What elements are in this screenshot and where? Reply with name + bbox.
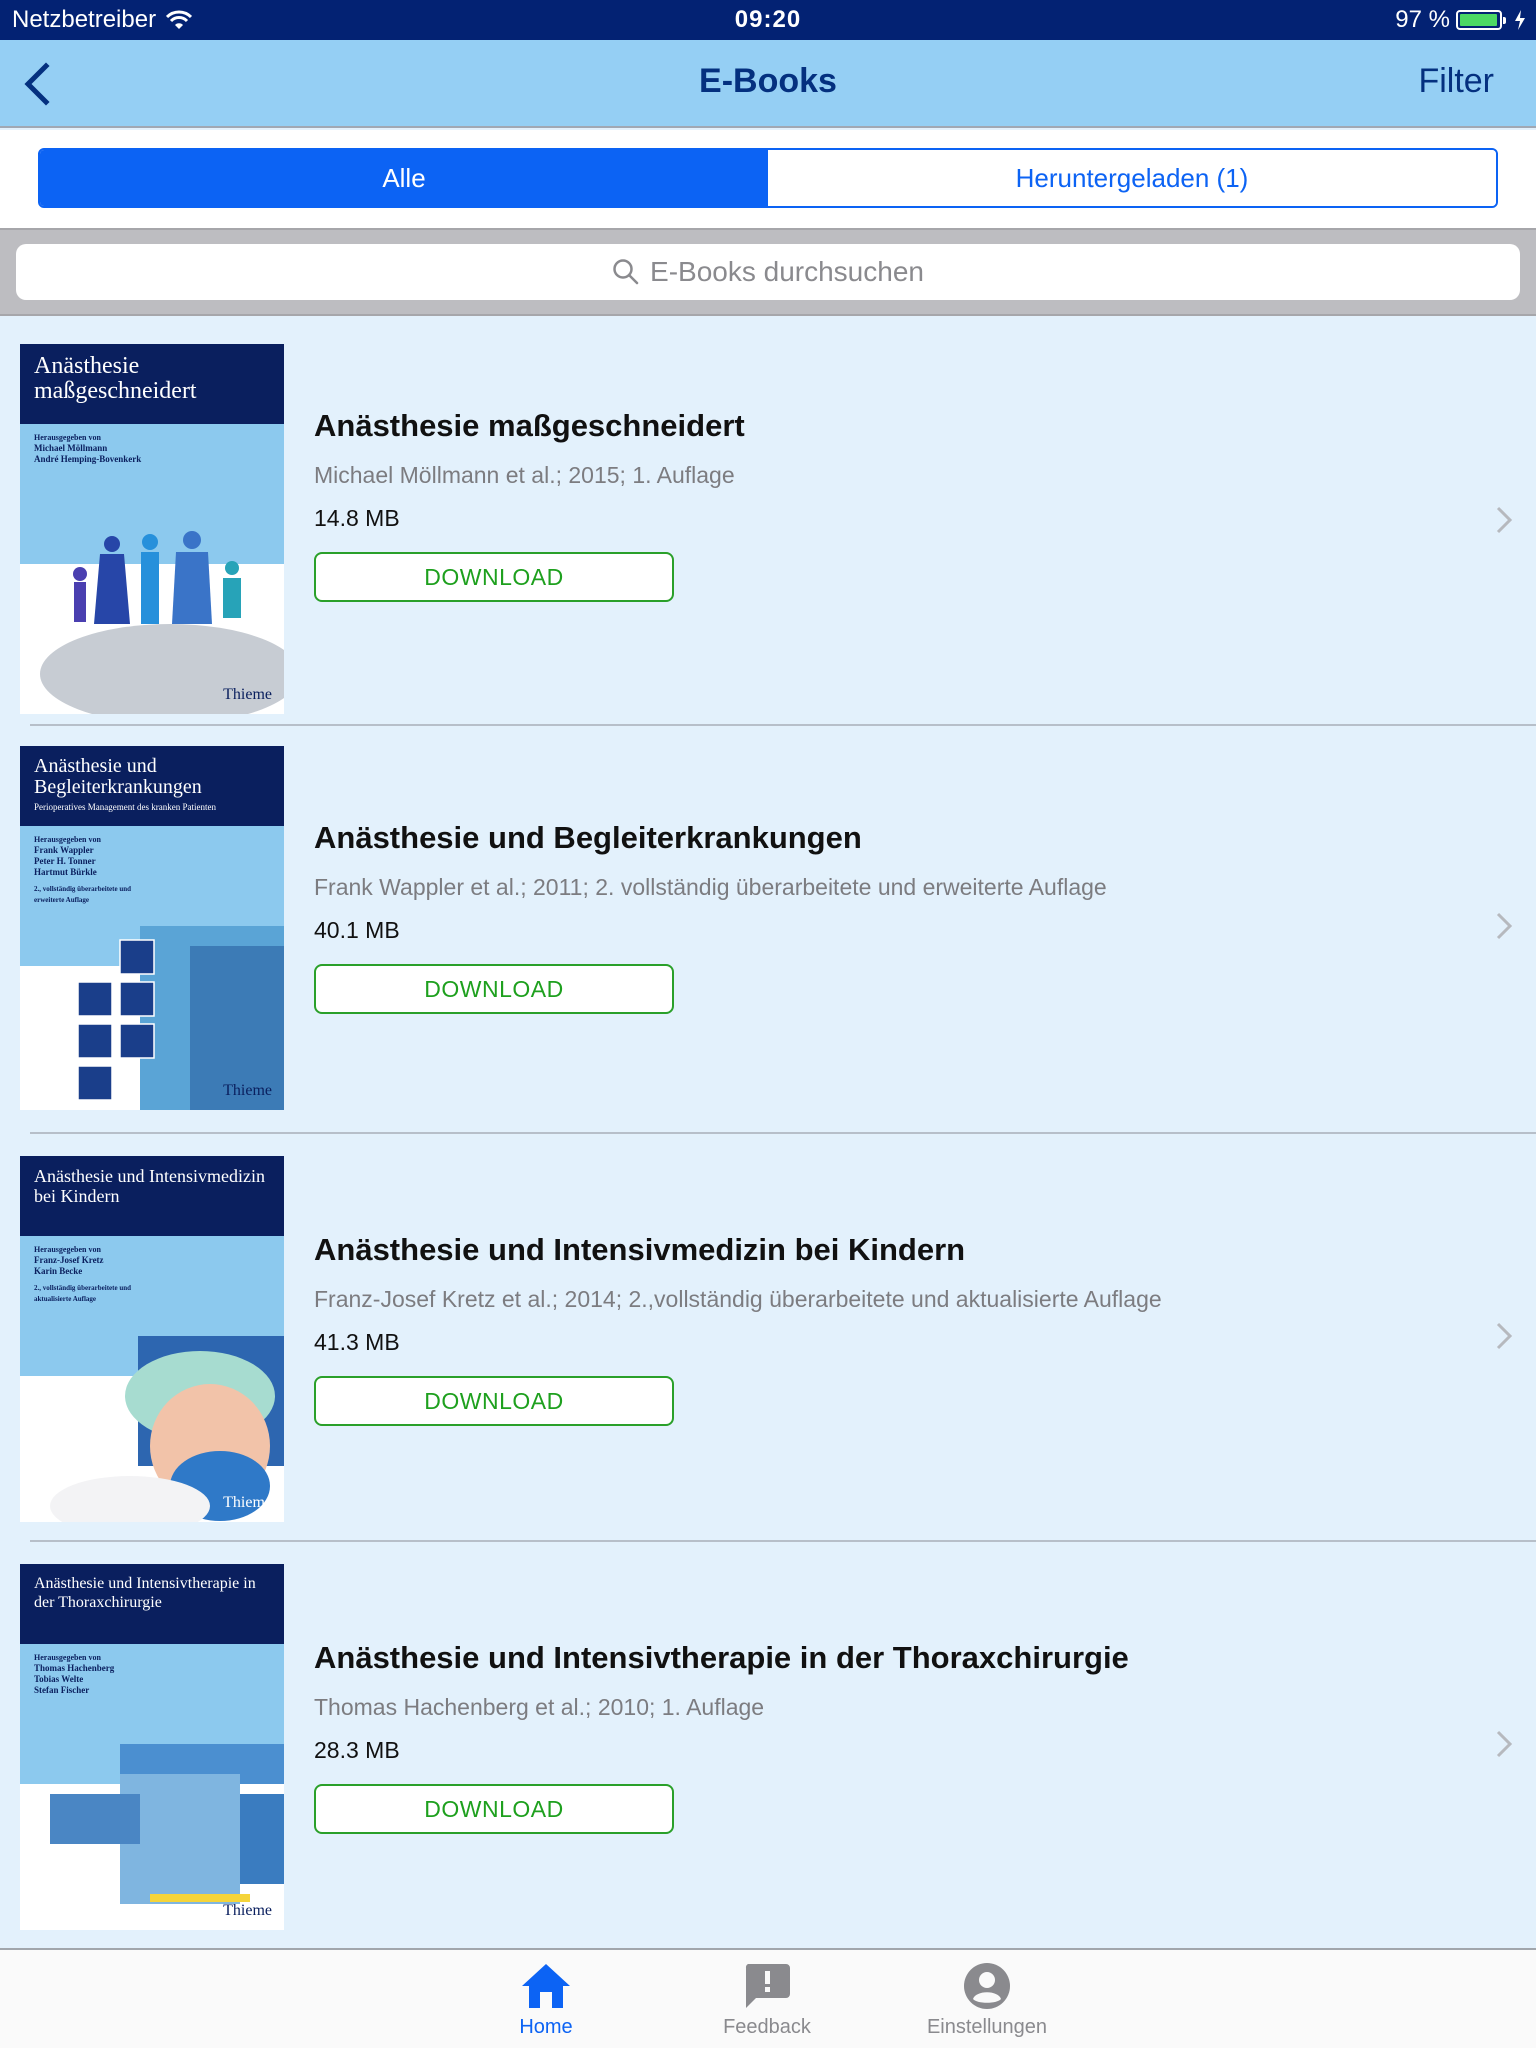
book-size: 40.1 MB bbox=[314, 917, 400, 943]
tab-bar: Home Feedback Einstellungen bbox=[0, 1948, 1536, 2048]
book-title: Anästhesie und Begleiterkrankungen bbox=[314, 820, 862, 855]
cover-editor: Peter H. Tonner bbox=[34, 856, 96, 866]
tab-home[interactable]: Home bbox=[466, 1962, 626, 2039]
cover-editors-label: Herausgegeben von bbox=[34, 1653, 101, 1662]
search-input[interactable]: E-Books durchsuchen bbox=[16, 244, 1520, 300]
download-button[interactable]: DOWNLOAD bbox=[314, 1784, 674, 1834]
segmented-control: Alle Heruntergeladen (1) bbox=[38, 148, 1498, 208]
battery-percentage: 97 % bbox=[1395, 6, 1450, 33]
cover-title-band: Anästhesie und Intensivmedizin bei Kinde… bbox=[20, 1156, 284, 1236]
book-meta: Frank Wappler et al.; 2011; 2. vollständ… bbox=[314, 874, 1107, 900]
book-cover: Anästhesie maßgeschneidert Herausgegeben… bbox=[20, 344, 284, 714]
feedback-icon bbox=[745, 1964, 790, 2008]
chevron-right-icon[interactable] bbox=[1494, 504, 1514, 536]
battery-fill bbox=[1460, 14, 1497, 26]
book-meta: Thomas Hachenberg et al.; 2010; 1. Aufla… bbox=[314, 1694, 765, 1720]
book-size: 14.8 MB bbox=[314, 505, 400, 531]
cover-editor: Karin Becke bbox=[34, 1266, 83, 1276]
ebook-list: Anästhesie maßgeschneidert Herausgegeben… bbox=[0, 316, 1536, 1948]
chevron-right-icon[interactable] bbox=[1494, 1728, 1514, 1760]
cover-title: Anästhesie und Intensivtherapie in der T… bbox=[34, 1575, 256, 1611]
book-title: Anästhesie maßgeschneidert bbox=[314, 408, 745, 443]
download-button[interactable]: DOWNLOAD bbox=[314, 1376, 674, 1426]
cover-editor: André Hemping-Bovenkerk bbox=[34, 454, 142, 464]
book-cover: Anästhesie und Intensivmedizin bei Kinde… bbox=[20, 1156, 284, 1522]
publisher-logo: Thieme bbox=[223, 1082, 272, 1099]
book-info: Anästhesie und Begleiterkrankungen Frank… bbox=[314, 820, 1107, 1014]
search-placeholder: E-Books durchsuchen bbox=[650, 256, 924, 287]
ebook-row[interactable]: Anästhesie und Intensivmedizin bei Kinde… bbox=[0, 1134, 1536, 1542]
tab-label: Feedback bbox=[723, 2016, 811, 2038]
download-button[interactable]: DOWNLOAD bbox=[314, 552, 674, 602]
cover-editors-label: Herausgegeben von bbox=[34, 835, 101, 844]
ebook-row[interactable]: Anästhesie und Begleiterkrankungen Perio… bbox=[0, 726, 1536, 1134]
book-title: Anästhesie und Intensivmedizin bei Kinde… bbox=[314, 1232, 966, 1267]
cover-title: Anästhesie und Begleiterkrankungen bbox=[34, 755, 202, 798]
cover-title: Anästhesie maßgeschneidert bbox=[34, 353, 197, 404]
cover-editor: Stefan Fischer bbox=[34, 1685, 90, 1695]
tab-label: Einstellungen bbox=[926, 2016, 1048, 2038]
status-bar: Netzbetreiber 09:20 97 % bbox=[0, 0, 1536, 40]
cover-editor: Hartmut Bürkle bbox=[34, 867, 97, 877]
book-size: 41.3 MB bbox=[314, 1329, 400, 1355]
book-size: 28.3 MB bbox=[314, 1737, 400, 1763]
book-meta: Franz-Josef Kretz et al.; 2014; 2.,volls… bbox=[314, 1286, 1162, 1312]
book-cover: Anästhesie und Begleiterkrankungen Perio… bbox=[20, 746, 284, 1110]
publisher-logo: Thieme bbox=[223, 686, 272, 703]
cover-title-band: Anästhesie und Begleiterkrankungen Perio… bbox=[20, 746, 284, 826]
segment-area: Alle Heruntergeladen (1) bbox=[0, 130, 1536, 228]
tab-label: Home bbox=[519, 2016, 573, 2038]
search-area: E-Books durchsuchen bbox=[0, 228, 1536, 316]
search-icon bbox=[613, 259, 639, 285]
navigation-bar: E-Books Filter bbox=[0, 40, 1536, 128]
cover-editor: Thomas Hachenberg bbox=[34, 1663, 115, 1673]
cover-editors-label: Herausgegeben von bbox=[34, 1245, 101, 1254]
book-cover: Anästhesie und Intensivtherapie in der T… bbox=[20, 1564, 284, 1930]
download-button[interactable]: DOWNLOAD bbox=[314, 964, 674, 1014]
segment-downloaded[interactable]: Heruntergeladen (1) bbox=[768, 150, 1496, 206]
home-icon bbox=[522, 1964, 570, 2008]
publisher-logo: Thieme bbox=[223, 1494, 272, 1511]
clock: 09:20 bbox=[734, 6, 802, 33]
cover-subtitle: Perioperatives Management des kranken Pa… bbox=[34, 802, 216, 812]
book-meta: Michael Möllmann et al.; 2015; 1. Auflag… bbox=[314, 462, 735, 488]
chevron-right-icon[interactable] bbox=[1494, 910, 1514, 942]
filter-button[interactable]: Filter bbox=[1418, 62, 1494, 101]
book-info: Anästhesie und Intensivtherapie in der T… bbox=[314, 1640, 1129, 1834]
cover-editor: Frank Wappler bbox=[34, 845, 94, 855]
profile-icon bbox=[964, 1963, 1010, 2009]
book-info: Anästhesie und Intensivmedizin bei Kinde… bbox=[314, 1232, 1162, 1426]
cover-editor: Franz-Josef Kretz bbox=[34, 1255, 104, 1265]
book-info: Anästhesie maßgeschneidert Michael Möllm… bbox=[314, 408, 745, 602]
cover-editor: Michael Möllmann bbox=[34, 443, 108, 453]
cover-edition: 2., vollständig überarbeitete und erweit… bbox=[34, 885, 132, 904]
charging-bolt-icon bbox=[1515, 10, 1525, 30]
battery-icon bbox=[1456, 10, 1506, 30]
page-title: E-Books bbox=[699, 62, 837, 100]
ebook-row[interactable]: Anästhesie maßgeschneidert Herausgegeben… bbox=[0, 316, 1536, 726]
chevron-right-icon[interactable] bbox=[1494, 1320, 1514, 1352]
cover-title: Anästhesie und Intensivmedizin bei Kinde… bbox=[34, 1166, 265, 1206]
cover-title-band: Anästhesie und Intensivtherapie in der T… bbox=[20, 1564, 284, 1644]
segment-all[interactable]: Alle bbox=[40, 150, 768, 206]
book-title: Anästhesie und Intensivtherapie in der T… bbox=[314, 1640, 1129, 1675]
battery-status: 97 % bbox=[1395, 6, 1526, 34]
cover-editors-label: Herausgegeben von bbox=[34, 433, 101, 442]
cover-edition: 2., vollständig überarbeitete und aktual… bbox=[34, 1284, 132, 1303]
cover-title-band: Anästhesie maßgeschneidert bbox=[20, 344, 284, 424]
cover-editor: Tobias Welte bbox=[34, 1674, 84, 1684]
tab-settings[interactable]: Einstellungen bbox=[907, 1962, 1067, 2039]
tab-feedback[interactable]: Feedback bbox=[687, 1962, 847, 2039]
publisher-logo: Thieme bbox=[223, 1902, 272, 1919]
ebook-row[interactable]: Anästhesie und Intensivtherapie in der T… bbox=[0, 1542, 1536, 1948]
